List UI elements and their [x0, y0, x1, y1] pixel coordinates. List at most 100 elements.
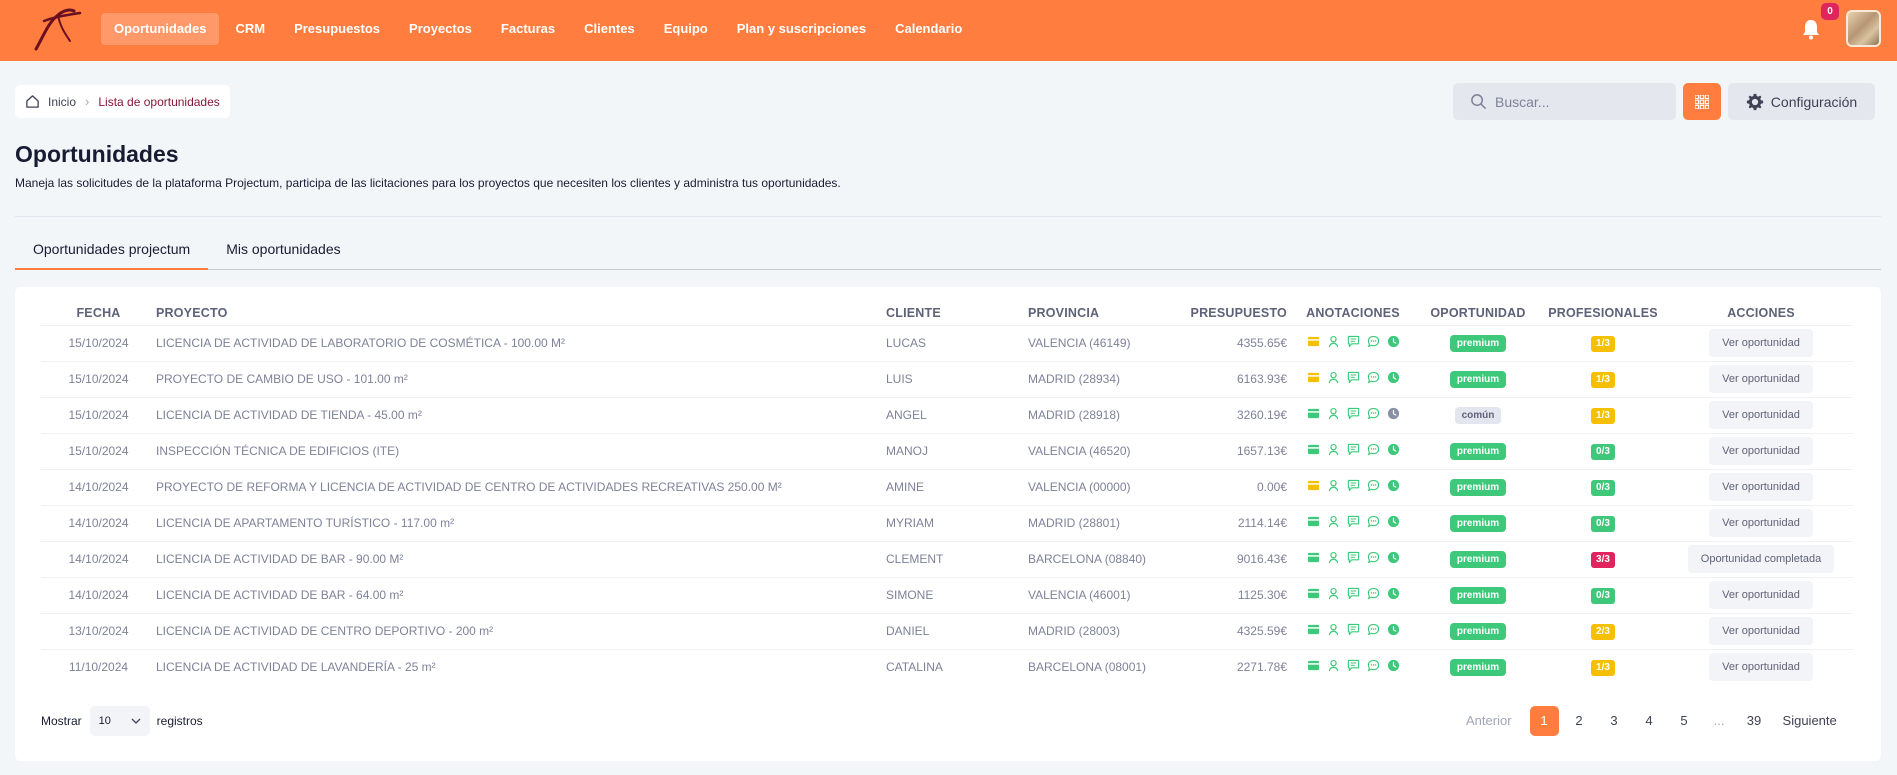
pagination-page-4[interactable]: 4: [1635, 706, 1664, 736]
clock-icon[interactable]: [1387, 587, 1400, 600]
clock-icon[interactable]: [1387, 443, 1400, 456]
chat-icon[interactable]: [1367, 587, 1380, 600]
budget-icon[interactable]: [1307, 587, 1320, 600]
pagination-page-5[interactable]: 5: [1670, 706, 1699, 736]
notes-icon[interactable]: [1347, 407, 1360, 420]
nav-item-presupuestos[interactable]: Presupuestos: [281, 13, 393, 45]
notes-icon[interactable]: [1347, 587, 1360, 600]
view-opportunity-button[interactable]: Ver oportunidad: [1709, 617, 1813, 645]
notes-icon[interactable]: [1347, 659, 1360, 672]
cell-presupuesto: 4325.59€: [1185, 612, 1287, 649]
tab-mis-oportunidades[interactable]: Mis oportunidades: [208, 236, 358, 270]
projectum-logo[interactable]: [30, 5, 88, 53]
cell-fecha: 15/10/2024: [41, 432, 156, 469]
home-icon[interactable]: [25, 94, 40, 109]
pagination-prev-button[interactable]: Anterior: [1456, 706, 1522, 736]
pagination-page-1[interactable]: 1: [1529, 706, 1559, 736]
contact-icon[interactable]: [1327, 479, 1340, 492]
notes-icon[interactable]: [1347, 335, 1360, 348]
contact-icon[interactable]: [1327, 335, 1340, 348]
contact-icon[interactable]: [1327, 371, 1340, 384]
view-opportunity-button[interactable]: Ver oportunidad: [1709, 653, 1813, 682]
pagination-page-39[interactable]: 39: [1740, 706, 1769, 736]
contact-icon[interactable]: [1327, 443, 1340, 456]
clock-icon[interactable]: [1387, 371, 1400, 384]
chat-icon[interactable]: [1367, 515, 1380, 528]
notes-icon[interactable]: [1347, 479, 1360, 492]
chat-icon[interactable]: [1367, 443, 1380, 456]
grid-view-button[interactable]: [1683, 83, 1721, 120]
notes-icon[interactable]: [1347, 371, 1360, 384]
nav-item-calendario[interactable]: Calendario: [882, 13, 975, 45]
nav-item-proyectos[interactable]: Proyectos: [396, 13, 485, 45]
chat-icon[interactable]: [1367, 335, 1380, 348]
bell-icon[interactable]: [1801, 18, 1821, 40]
cell-cliente: ANGEL: [886, 396, 1028, 433]
clock-icon[interactable]: [1387, 407, 1400, 420]
contact-icon[interactable]: [1327, 551, 1340, 564]
pagination-page-2[interactable]: 2: [1565, 706, 1594, 736]
budget-icon[interactable]: [1307, 407, 1320, 420]
page-size-select[interactable]: 10: [89, 706, 150, 736]
clock-icon[interactable]: [1387, 623, 1400, 636]
budget-icon[interactable]: [1307, 515, 1320, 528]
notes-icon[interactable]: [1347, 443, 1360, 456]
view-opportunity-button[interactable]: Ver oportunidad: [1709, 365, 1813, 393]
budget-icon[interactable]: [1307, 623, 1320, 636]
page-size-control: Mostrar 10 registros: [41, 706, 203, 736]
clock-icon[interactable]: [1387, 515, 1400, 528]
table-header-row: FECHA PROYECTO CLIENTE PROVINCIA PRESUPUESTO…: [41, 301, 1853, 325]
nav-item-oportunidades[interactable]: Oportunidades: [101, 13, 220, 45]
contact-icon[interactable]: [1327, 659, 1340, 672]
nav-item-facturas[interactable]: Facturas: [488, 13, 568, 45]
budget-icon[interactable]: [1307, 479, 1320, 492]
chat-icon[interactable]: [1367, 407, 1380, 420]
cell-fecha: 14/10/2024: [41, 540, 156, 577]
notes-icon[interactable]: [1347, 623, 1360, 636]
contact-icon[interactable]: [1327, 515, 1340, 528]
chat-icon[interactable]: [1367, 659, 1380, 672]
nav-item-equipo[interactable]: Equipo: [651, 13, 721, 45]
configuration-button[interactable]: Configuración: [1728, 83, 1875, 120]
view-opportunity-button[interactable]: Ver oportunidad: [1709, 401, 1813, 429]
budget-icon[interactable]: [1307, 371, 1320, 384]
chat-icon[interactable]: [1367, 623, 1380, 636]
chat-icon[interactable]: [1367, 479, 1380, 492]
nav-item-plan-y-suscripciones[interactable]: Plan y suscripciones: [724, 13, 879, 45]
tab-oportunidades-projectum[interactable]: Oportunidades projectum: [15, 236, 209, 270]
notes-icon[interactable]: [1347, 515, 1360, 528]
cell-presupuesto: 2271.78€: [1185, 648, 1287, 685]
budget-icon[interactable]: [1307, 335, 1320, 348]
opportunity-type-badge: premium: [1449, 658, 1507, 676]
chat-icon[interactable]: [1367, 551, 1380, 564]
chat-icon[interactable]: [1367, 371, 1380, 384]
view-opportunity-button[interactable]: Ver oportunidad: [1709, 329, 1813, 357]
clock-icon[interactable]: [1387, 551, 1400, 564]
budget-icon[interactable]: [1307, 659, 1320, 672]
view-opportunity-button[interactable]: Ver oportunidad: [1709, 581, 1813, 609]
view-opportunity-button[interactable]: Oportunidad completada: [1687, 545, 1835, 573]
view-opportunity-button[interactable]: Ver oportunidad: [1709, 509, 1813, 537]
search-box[interactable]: [1453, 83, 1676, 120]
contact-icon[interactable]: [1327, 407, 1340, 420]
pagination-page-3[interactable]: 3: [1600, 706, 1629, 736]
breadcrumb-home-link[interactable]: Inicio: [48, 95, 76, 109]
column-header-fecha: FECHA: [76, 305, 121, 320]
clock-icon[interactable]: [1387, 335, 1400, 348]
view-opportunity-button[interactable]: Ver oportunidad: [1709, 437, 1813, 465]
contact-icon[interactable]: [1327, 623, 1340, 636]
clock-icon[interactable]: [1387, 659, 1400, 672]
search-input[interactable]: [1495, 93, 1665, 110]
notes-icon[interactable]: [1347, 551, 1360, 564]
nav-item-clientes[interactable]: Clientes: [571, 13, 648, 45]
pagination-next-button[interactable]: Siguiente: [1775, 706, 1845, 736]
clock-icon[interactable]: [1387, 479, 1400, 492]
cell-anotaciones: [1287, 324, 1419, 361]
view-opportunity-button[interactable]: Ver oportunidad: [1709, 473, 1813, 501]
contact-icon[interactable]: [1327, 587, 1340, 600]
nav-item-crm[interactable]: CRM: [222, 13, 278, 45]
budget-icon[interactable]: [1307, 551, 1320, 564]
user-avatar[interactable]: [1846, 10, 1881, 47]
budget-icon[interactable]: [1307, 443, 1320, 456]
cell-acciones: Ver oportunidad: [1669, 504, 1853, 541]
